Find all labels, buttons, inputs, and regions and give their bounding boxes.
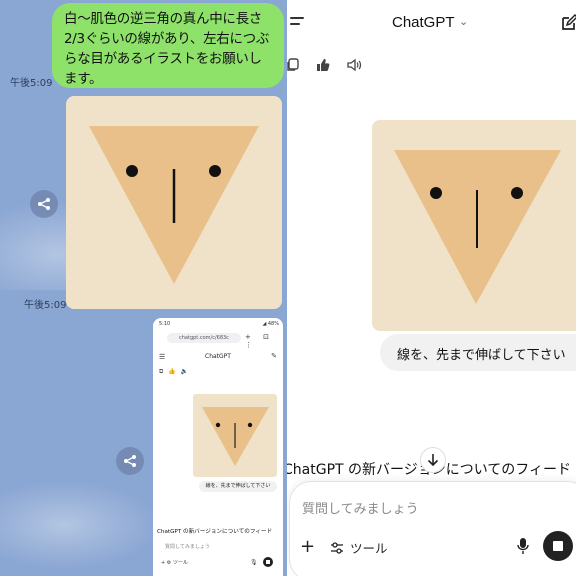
mini-action-icons: ⧉👍🔈 [159, 368, 194, 375]
mini-tools-label: ツール [172, 560, 188, 566]
model-title[interactable]: ChatGPT [392, 14, 455, 31]
scroll-down-button[interactable] [420, 447, 446, 473]
tools-label: ツール [350, 541, 388, 556]
mini-tools: + ⚙ ツール [161, 560, 188, 566]
sent-image-triangle-face[interactable] [66, 96, 282, 309]
tools-button[interactable]: ツール [330, 538, 388, 557]
generated-image-triangle-face[interactable] [372, 120, 576, 331]
mini-status-time: 5:10 [159, 321, 171, 327]
message-input[interactable]: 質問してみましょう [302, 498, 419, 517]
sent-screenshot-image[interactable]: 5:10 ◢ 48% chatgpt.com/c/683c + ⊡ ⋮ ☰ Ch… [153, 318, 283, 576]
mini-status-bar: 5:10 ◢ 48% [159, 321, 279, 327]
chatgpt-panel: ChatGPT ⌄ 線を、先まで伸ばして下さい ChatGPT の新バージョンに… [287, 0, 576, 576]
triangle-face-illustration [394, 150, 561, 304]
mini-url-bar: chatgpt.com/c/683c [167, 333, 241, 343]
message-time: 午後5:09 [10, 78, 53, 89]
mini-browser-icons: + ⊡ ⋮ [245, 333, 274, 349]
thumbs-up-icon[interactable] [315, 57, 331, 73]
image-time: 午後5:09 [24, 300, 67, 311]
share-icon[interactable] [116, 447, 144, 475]
mini-status-right: ◢ 48% [262, 321, 279, 327]
mini-request-bubble: 線を、先まで伸ばして下さい [199, 481, 277, 492]
mini-title: ChatGPT [205, 353, 231, 360]
message-composer[interactable]: 質問してみましょう + ツール [289, 481, 576, 576]
sent-message-bubble[interactable]: 白〜肌色の逆三角の真ん中に長さ2/3ぐらいの線があり、左右につぶらな目があるイラ… [52, 3, 284, 88]
microphone-icon[interactable] [516, 537, 530, 555]
menu-icon[interactable] [290, 14, 308, 30]
line-chat-panel: 白〜肌色の逆三角の真ん中に長さ2/3ぐらいの線があり、左右につぶらな目があるイラ… [0, 0, 287, 576]
speaker-icon[interactable] [346, 57, 362, 73]
user-request-bubble: 線を、先まで伸ばして下さい [380, 334, 576, 371]
triangle-face-illustration [89, 126, 259, 284]
sliders-icon [331, 541, 343, 554]
copy-icon[interactable] [287, 57, 301, 73]
mini-input-placeholder: 質問してみましょう [165, 544, 210, 550]
add-attachment-button[interactable]: + [300, 536, 315, 557]
background-cloud [0, 480, 160, 570]
new-chat-edit-icon[interactable] [559, 13, 576, 33]
mini-feedback-text: ChatGPT の新バージョンについてのフィード [157, 529, 273, 535]
mini-mic-icon: 🎙 [250, 559, 258, 566]
mini-edit-icon: ✎ [271, 352, 277, 360]
arrow-down-icon [427, 454, 439, 467]
chevron-down-icon[interactable]: ⌄ [459, 15, 468, 28]
share-icon[interactable] [30, 190, 58, 218]
mini-stop-icon [263, 557, 273, 567]
message-action-bar [287, 57, 387, 73]
stop-icon[interactable] [543, 531, 573, 561]
mini-generated-image [193, 394, 277, 477]
mini-triangle-face [202, 407, 269, 466]
